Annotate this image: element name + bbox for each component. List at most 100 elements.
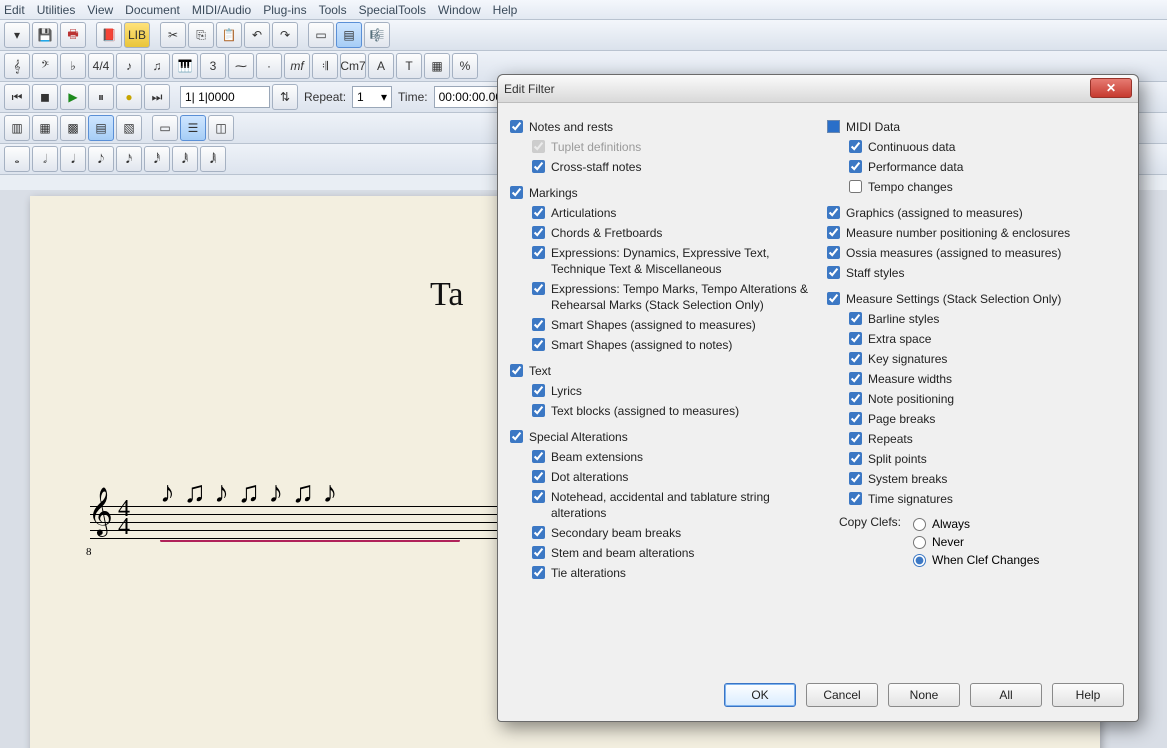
note-4-icon[interactable]: 𝅘𝅥 xyxy=(60,146,86,172)
chk-beam-extensions[interactable] xyxy=(532,450,545,463)
chk-text-blocks[interactable] xyxy=(532,404,545,417)
chk-smart-measures[interactable] xyxy=(532,318,545,331)
show-hide-icon[interactable]: ◫ xyxy=(208,115,234,141)
note-16-icon[interactable]: 𝅘𝅥𝅯 xyxy=(116,146,142,172)
chk-staff-styles[interactable] xyxy=(827,266,840,279)
chk-secondary-beam[interactable] xyxy=(532,526,545,539)
menu-window[interactable]: Window xyxy=(438,3,481,17)
page-icon[interactable]: ▭ xyxy=(152,115,178,141)
speedy-entry-icon[interactable]: ♫ xyxy=(144,53,170,79)
note-128-icon[interactable]: 𝅘𝅥𝅲 xyxy=(200,146,226,172)
menu-view[interactable]: View xyxy=(87,3,113,17)
book-icon[interactable]: 📕 xyxy=(96,22,122,48)
page-view-icon[interactable]: ▭ xyxy=(308,22,334,48)
counter-field[interactable]: 1| 1|0000 xyxy=(180,86,270,108)
lyrics-tool-icon[interactable]: A xyxy=(368,53,394,79)
chk-text[interactable] xyxy=(510,364,523,377)
menu-utilities[interactable]: Utilities xyxy=(37,3,76,17)
stop-icon[interactable]: ◼ xyxy=(32,84,58,110)
chk-tempo-changes[interactable] xyxy=(849,180,862,193)
layers-icon[interactable]: ☰ xyxy=(180,115,206,141)
help-button[interactable]: Help xyxy=(1052,683,1124,707)
menu-document[interactable]: Document xyxy=(125,3,180,17)
chk-smart-notes[interactable] xyxy=(532,338,545,351)
chk-dot-alterations[interactable] xyxy=(532,470,545,483)
repeat-field[interactable]: 1▾ xyxy=(352,86,392,108)
chk-continuous-data[interactable] xyxy=(849,140,862,153)
time-sig-tool-icon[interactable]: 4/4 xyxy=(88,53,114,79)
menu-plugins[interactable]: Plug-ins xyxy=(263,3,306,17)
chk-notes-and-rests[interactable] xyxy=(510,120,523,133)
dropdown-icon[interactable]: ▾ xyxy=(4,22,30,48)
menu-edit[interactable]: Edit xyxy=(4,3,25,17)
chk-expr-dynamics[interactable] xyxy=(532,246,545,259)
library-icon[interactable]: LIB xyxy=(124,22,150,48)
chk-measure-settings[interactable] xyxy=(827,292,840,305)
text-tool-icon[interactable]: T xyxy=(396,53,422,79)
chk-stem-beam[interactable] xyxy=(532,546,545,559)
redo-icon[interactable]: ↷ xyxy=(272,22,298,48)
menu-help[interactable]: Help xyxy=(493,3,518,17)
chk-measure-widths[interactable] xyxy=(849,372,862,385)
save-icon[interactable]: 💾 xyxy=(32,22,58,48)
staff-view-icon[interactable]: 🎼 xyxy=(364,22,390,48)
radio-clefs-never[interactable] xyxy=(913,536,926,549)
layout-2-icon[interactable]: ▦ xyxy=(32,115,58,141)
chk-key-signatures[interactable] xyxy=(849,352,862,365)
chk-repeats[interactable] xyxy=(849,432,862,445)
chk-ossia[interactable] xyxy=(827,246,840,259)
chk-tie-alterations[interactable] xyxy=(532,566,545,579)
counter-step-icon[interactable]: ⇅ xyxy=(272,84,298,110)
radio-clefs-always[interactable] xyxy=(913,518,926,531)
selection-tool-icon[interactable]: ▦ xyxy=(424,53,450,79)
smart-shape-icon[interactable]: ⁓ xyxy=(228,53,254,79)
cut-icon[interactable]: ✂ xyxy=(160,22,186,48)
layout-4-icon[interactable]: ▤ xyxy=(88,115,114,141)
chk-articulations[interactable] xyxy=(532,206,545,219)
layout-1-icon[interactable]: ▥ xyxy=(4,115,30,141)
chk-notehead-alterations[interactable] xyxy=(532,490,545,503)
simple-entry-icon[interactable]: ♪ xyxy=(116,53,142,79)
note-32-icon[interactable]: 𝅘𝅥𝅰 xyxy=(144,146,170,172)
resize-tool-icon[interactable]: % xyxy=(452,53,478,79)
rewind-icon[interactable]: ⏮ xyxy=(4,84,30,110)
chk-chords-fretboards[interactable] xyxy=(532,226,545,239)
tuplet-tool-icon[interactable]: 3 xyxy=(200,53,226,79)
chk-midi-data[interactable] xyxy=(827,120,840,133)
copy-icon[interactable]: ⎘ xyxy=(188,22,214,48)
cancel-button[interactable]: Cancel xyxy=(806,683,878,707)
expression-icon[interactable]: mf xyxy=(284,53,310,79)
paste-icon[interactable]: 📋 xyxy=(216,22,242,48)
repeat-tool-icon[interactable]: 𝄇 xyxy=(312,53,338,79)
chk-barline-styles[interactable] xyxy=(849,312,862,325)
scroll-view-icon[interactable]: ▤ xyxy=(336,22,362,48)
chk-markings[interactable] xyxy=(510,186,523,199)
chk-page-breaks[interactable] xyxy=(849,412,862,425)
dialog-titlebar[interactable]: Edit Filter ✕ xyxy=(498,75,1138,103)
staff-tool-icon[interactable]: 𝄞 xyxy=(4,53,30,79)
chk-cross-staff-notes[interactable] xyxy=(532,160,545,173)
none-button[interactable]: None xyxy=(888,683,960,707)
chk-performance-data[interactable] xyxy=(849,160,862,173)
note-2-icon[interactable]: 𝅗𝅥 xyxy=(32,146,58,172)
chk-graphics[interactable] xyxy=(827,206,840,219)
chk-lyrics[interactable] xyxy=(532,384,545,397)
chk-extra-space[interactable] xyxy=(849,332,862,345)
menu-tools[interactable]: Tools xyxy=(319,3,347,17)
pause-icon[interactable]: ⏸ xyxy=(88,84,114,110)
all-button[interactable]: All xyxy=(970,683,1042,707)
note-64-icon[interactable]: 𝅘𝅥𝅱 xyxy=(172,146,198,172)
chk-special-alterations[interactable] xyxy=(510,430,523,443)
key-sig-tool-icon[interactable]: ♭ xyxy=(60,53,86,79)
print-icon[interactable]: 🖶 xyxy=(60,22,86,48)
forward-icon[interactable]: ⏭ xyxy=(144,84,170,110)
hyperscribe-icon[interactable]: 🎹 xyxy=(172,53,198,79)
chk-measure-number-pos[interactable] xyxy=(827,226,840,239)
record-icon[interactable]: ● xyxy=(116,84,142,110)
chk-split-points[interactable] xyxy=(849,452,862,465)
chk-note-positioning[interactable] xyxy=(849,392,862,405)
chk-time-signatures[interactable] xyxy=(849,492,862,505)
chk-expr-tempo[interactable] xyxy=(532,282,545,295)
radio-clefs-when-changes[interactable] xyxy=(913,554,926,567)
note-8-icon[interactable]: 𝅘𝅥𝅮 xyxy=(88,146,114,172)
